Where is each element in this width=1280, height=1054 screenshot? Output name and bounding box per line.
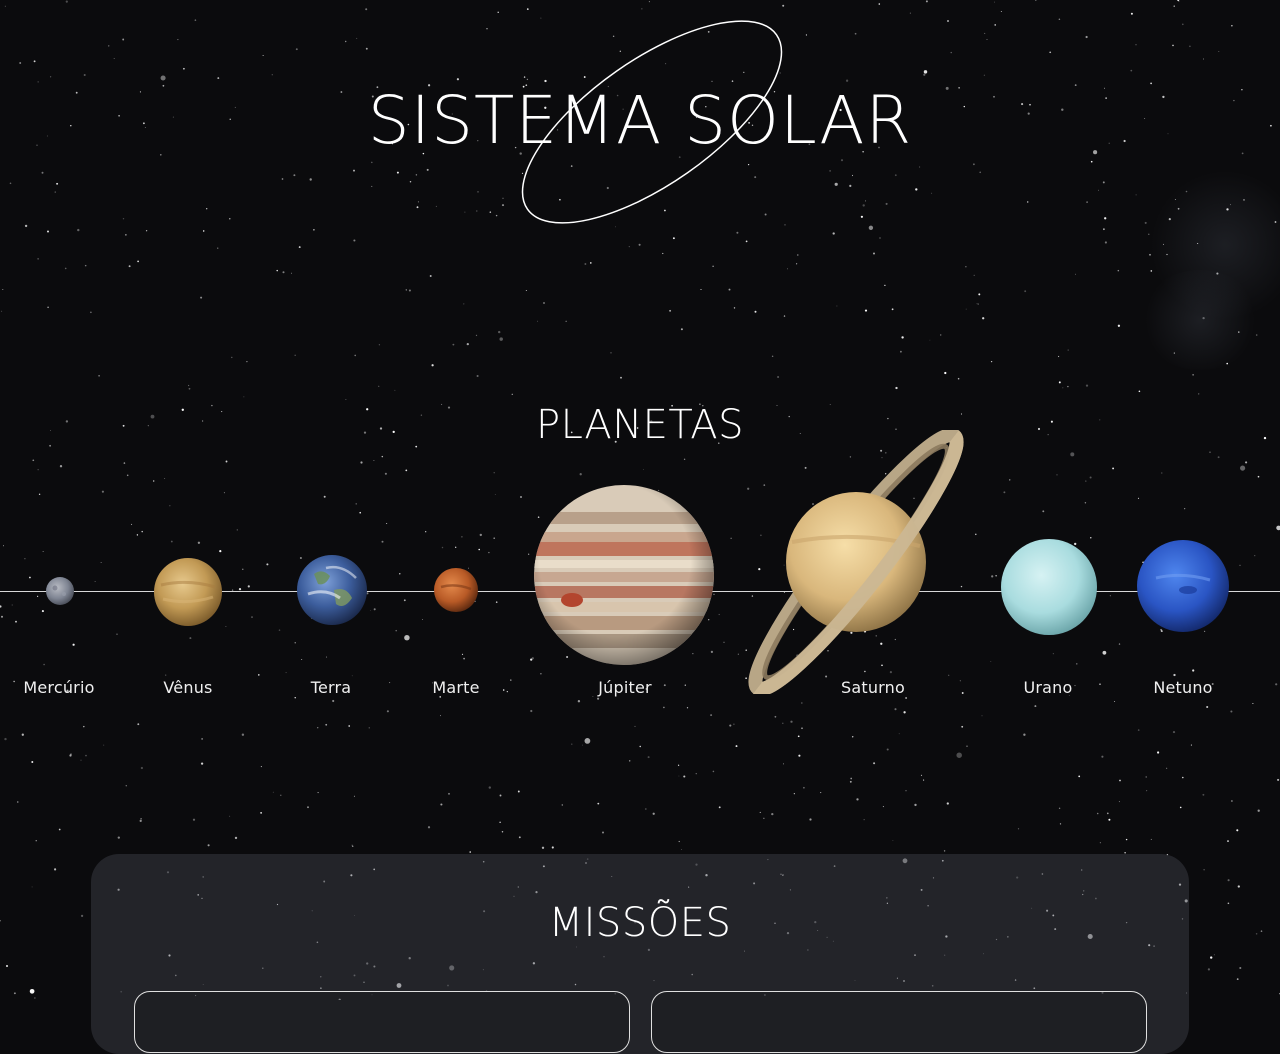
planet-saturn[interactable] xyxy=(748,430,970,694)
planet-neptune[interactable] xyxy=(1136,538,1230,634)
planet-label-mars[interactable]: Marte xyxy=(396,678,516,697)
planet-label-jupiter[interactable]: Júpiter xyxy=(565,678,685,697)
planet-label-neptune[interactable]: Netuno xyxy=(1123,678,1243,697)
planet-uranus[interactable] xyxy=(1000,538,1098,636)
mission-card[interactable] xyxy=(651,991,1147,1053)
nebula-glow xyxy=(1140,270,1260,370)
planet-label-venus[interactable]: Vênus xyxy=(128,678,248,697)
site-title: SISTEMA SOLAR xyxy=(367,82,913,159)
planet-label-saturn[interactable]: Saturno xyxy=(813,678,933,697)
planet-jupiter[interactable] xyxy=(532,484,716,666)
planet-label-mercury[interactable]: Mercúrio xyxy=(0,678,119,697)
planet-label-earth[interactable]: Terra xyxy=(271,678,391,697)
planet-earth[interactable] xyxy=(296,554,368,626)
planet-label-uranus[interactable]: Urano xyxy=(988,678,1108,697)
planet-mars[interactable] xyxy=(433,567,479,613)
planets-heading: PLANETAS xyxy=(536,402,744,448)
planet-mercury[interactable] xyxy=(45,576,75,606)
planet-venus[interactable] xyxy=(153,557,223,627)
missions-heading: MISSÕES xyxy=(548,900,732,946)
mission-card[interactable] xyxy=(134,991,630,1053)
